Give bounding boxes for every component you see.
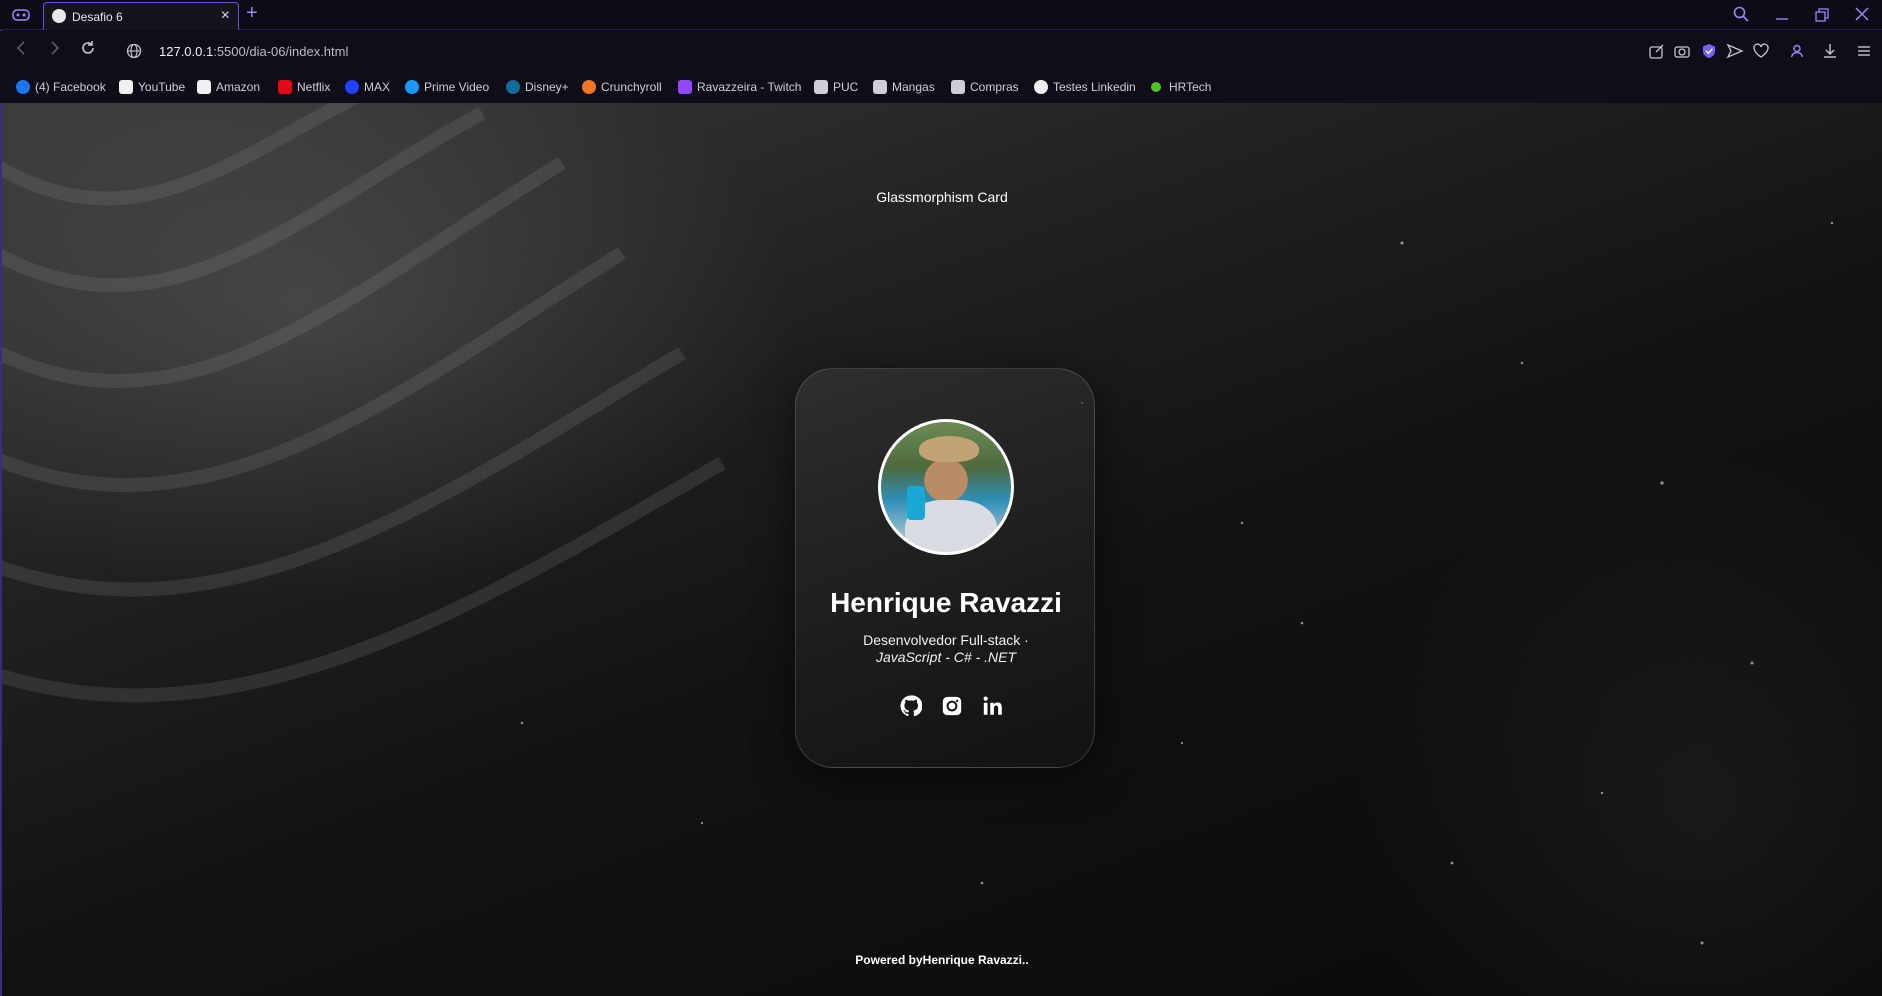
forward-icon[interactable]: [46, 40, 62, 56]
amazon-icon: [197, 80, 211, 94]
avatar-cup: [907, 486, 925, 520]
bookmarks-bar: (4) Facebook YouTube Amazon Netflix MAX …: [0, 71, 1882, 103]
glass-profile-card: Henrique Ravazzi Desenvolvedor Full-stac…: [795, 368, 1095, 768]
bookmark-label: Compras: [970, 80, 1019, 94]
address-bar: 127.0.0.1:5500/dia-06/index.html: [0, 31, 1882, 71]
disney-icon: [506, 80, 520, 94]
footer-credit: Powered byHenrique Ravazzi..: [2, 953, 1882, 967]
bookmark-label: Ravazzeira - Twitch: [697, 80, 802, 94]
folder-icon: [873, 80, 887, 94]
page-icon: [119, 80, 133, 94]
bookmark-label: Netflix: [297, 80, 331, 94]
bookmark-folder-compras[interactable]: Compras: [951, 77, 1019, 97]
bookmark-folder-mangas[interactable]: Mangas: [873, 77, 935, 97]
url-path: :5500/dia-06/index.html: [213, 44, 349, 59]
download-icon[interactable]: [1821, 42, 1839, 60]
bookmark-label: YouTube: [138, 80, 186, 94]
minimize-icon[interactable]: [1775, 8, 1789, 22]
profile-name: Henrique Ravazzi: [830, 587, 1062, 618]
bookmark-label: Disney+: [525, 80, 569, 94]
menu-icon[interactable]: [1855, 42, 1873, 60]
github-icon: [1034, 80, 1048, 94]
globe-favicon-icon: [52, 9, 66, 23]
tab-bar: Desafio 6 × +: [0, 0, 1882, 30]
bookmark-label: Crunchyroll: [601, 80, 662, 94]
tab-active[interactable]: Desafio 6 ×: [43, 2, 239, 30]
bookmark-twitch[interactable]: Ravazzeira - Twitch: [678, 77, 801, 97]
bookmark-hrtech[interactable]: HRTech: [1149, 77, 1211, 97]
bookmark-amazon[interactable]: Amazon: [197, 77, 260, 97]
tab-title: Desafio 6: [72, 10, 123, 24]
bookmark-facebook[interactable]: (4) Facebook: [16, 77, 106, 97]
bookmark-prime-video[interactable]: Prime Video: [405, 77, 489, 97]
heart-icon[interactable]: [1752, 42, 1770, 60]
prime-video-icon: [405, 80, 419, 94]
bookmark-label: MAX: [364, 80, 391, 94]
page-title: Glassmorphism Card: [876, 189, 1008, 205]
bookmark-label: Testes Linkedin: [1053, 80, 1136, 94]
bookmark-netflix[interactable]: Netflix: [278, 77, 330, 97]
instagram-icon[interactable]: [941, 695, 963, 717]
url-field[interactable]: 127.0.0.1:5500/dia-06/index.html: [159, 44, 348, 59]
bookmark-label: PUC: [833, 80, 859, 94]
bookmark-label: Amazon: [216, 80, 261, 94]
twitch-icon: [678, 80, 692, 94]
bookmark-crunchyroll[interactable]: Crunchyroll: [582, 77, 662, 97]
opera-gx-logo-icon[interactable]: [12, 7, 30, 23]
netflix-icon: [278, 80, 292, 94]
footer-author: Henrique Ravazzi..: [922, 953, 1029, 967]
github-icon[interactable]: [900, 695, 922, 717]
new-tab-plus-icon[interactable]: +: [246, 2, 258, 25]
green-dot-icon: [1151, 82, 1161, 92]
linkedin-icon[interactable]: [982, 695, 1004, 717]
bookmark-testes-linkedin[interactable]: Testes Linkedin: [1034, 77, 1136, 97]
avatar-hat: [919, 436, 979, 462]
search-tabs-icon[interactable]: [1733, 6, 1749, 22]
crunchyroll-icon: [582, 80, 596, 94]
bookmark-label: HRTech: [1169, 80, 1212, 94]
bookmark-youtube[interactable]: YouTube: [119, 77, 185, 97]
reload-icon[interactable]: [80, 40, 96, 56]
facebook-icon: [16, 80, 30, 94]
profile-stack: JavaScript - C# - .NET: [875, 649, 1017, 665]
bookmark-folder-puc[interactable]: PUC: [814, 77, 858, 97]
restore-icon[interactable]: [1815, 8, 1829, 22]
bookmark-max[interactable]: MAX: [345, 77, 390, 97]
site-info-globe-icon[interactable]: [126, 43, 142, 59]
page-viewport: Glassmorphism Card Henrique Ravazzi Dese…: [2, 103, 1882, 996]
vpn-shield-icon[interactable]: [1700, 42, 1718, 60]
share-icon[interactable]: [1648, 42, 1666, 60]
back-icon[interactable]: [14, 40, 30, 56]
bookmark-label: Mangas: [892, 80, 935, 94]
max-icon: [345, 80, 359, 94]
bookmark-label: Prime Video: [424, 80, 490, 94]
profile-icon[interactable]: [1788, 42, 1806, 60]
folder-icon: [951, 80, 965, 94]
bookmark-disney[interactable]: Disney+: [506, 77, 569, 97]
send-icon[interactable]: [1726, 42, 1744, 60]
close-window-icon[interactable]: [1855, 7, 1869, 21]
tab-close-icon[interactable]: ×: [221, 7, 230, 25]
url-host: 127.0.0.1: [159, 44, 214, 59]
bookmark-label: (4) Facebook: [35, 80, 106, 94]
snapshot-camera-icon[interactable]: [1673, 42, 1691, 60]
footer-prefix: Powered by: [855, 953, 923, 967]
profile-role: Desenvolvedor Full-stack ·: [863, 632, 1029, 648]
avatar: [878, 419, 1014, 555]
folder-icon: [814, 80, 828, 94]
